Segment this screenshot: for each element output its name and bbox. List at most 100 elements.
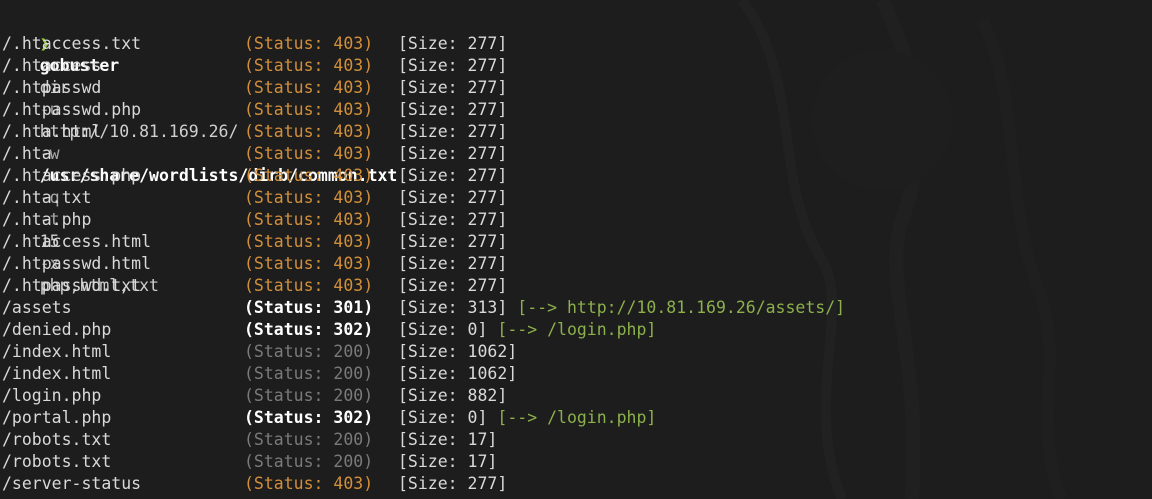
result-size: [Size: 277] <box>398 77 507 99</box>
result-size: [Size: 1062] <box>398 363 517 385</box>
result-status: (Status: 403) <box>244 254 374 273</box>
result-redirect: [--> http://10.81.169.26/assets/] <box>517 298 846 317</box>
result-row: /.htaccess.php (Status: 403) [Size: 277] <box>0 165 1152 187</box>
result-status: (Status: 403) <box>244 474 374 493</box>
result-row: /assets (Status: 301) [Size: 313] [--> http… <box>0 297 1152 319</box>
result-path: /denied.php <box>2 320 112 339</box>
result-size: [Size: 277] <box>398 121 507 143</box>
result-size-text: [Size: 277] <box>398 34 508 53</box>
result-path: /.htaccess.html <box>2 232 152 251</box>
result-status: (Status: 403) <box>244 188 374 207</box>
result-row: /.hta.txt (Status: 403) [Size: 277] <box>0 187 1152 209</box>
result-row: /.htaccess (Status: 403) [Size: 277] <box>0 55 1152 77</box>
result-status: (Status: 403) <box>244 232 374 251</box>
result-status: (Status: 200) <box>244 386 374 405</box>
result-size-text: [Size: 277] <box>398 254 508 273</box>
result-status: (Status: 403) <box>244 166 374 185</box>
terminal-output: ❯ gobuster dir -u http://10.81.169.26/ -… <box>0 0 1152 495</box>
result-size-text: [Size: 277] <box>398 122 508 141</box>
result-row: /.hta.php (Status: 403) [Size: 277] <box>0 209 1152 231</box>
result-status: (Status: 403) <box>244 34 374 53</box>
result-row: /login.php (Status: 200) [Size: 882] <box>0 385 1152 407</box>
result-path: /.htpasswd.php <box>2 100 142 119</box>
result-row: /portal.php (Status: 302) [Size: 0] [--> /l… <box>0 407 1152 429</box>
result-size-text: [Size: 17] <box>398 452 498 471</box>
result-status: (Status: 301) <box>244 298 374 317</box>
result-size: [Size: 277] <box>398 275 507 297</box>
result-status: (Status: 403) <box>244 122 374 141</box>
result-size-text: [Size: 277] <box>398 56 508 75</box>
command-line: ❯ gobuster dir -u http://10.81.169.26/ -… <box>0 11 1152 295</box>
result-path: /login.php <box>2 386 102 405</box>
result-path: /.htaccess <box>2 56 102 75</box>
result-size: [Size: 0] [--> /login.php] <box>398 319 656 341</box>
result-size-text: [Size: 313] <box>398 298 508 317</box>
result-status: (Status: 403) <box>244 56 374 75</box>
result-size-text: [Size: 1062] <box>398 364 518 383</box>
result-row: /.hta.html (Status: 403) [Size: 277] <box>0 121 1152 143</box>
result-size-text: [Size: 0] <box>398 408 488 427</box>
result-path: /robots.txt <box>2 452 112 471</box>
result-path: /index.html <box>2 342 112 361</box>
result-size-text: [Size: 277] <box>398 474 508 493</box>
result-size-text: [Size: 277] <box>398 100 508 119</box>
result-row: /robots.txt (Status: 200) [Size: 17] <box>0 451 1152 473</box>
result-status: (Status: 403) <box>244 276 374 295</box>
result-size: [Size: 1062] <box>398 341 517 363</box>
result-size-text: [Size: 277] <box>398 210 508 229</box>
result-size: [Size: 277] <box>398 165 507 187</box>
result-path: /.hta.php <box>2 210 92 229</box>
result-size: [Size: 277] <box>398 143 507 165</box>
result-path: /assets <box>2 298 72 317</box>
result-size-text: [Size: 17] <box>398 430 498 449</box>
result-row: /.htpasswd (Status: 403) [Size: 277] <box>0 77 1152 99</box>
result-size: [Size: 313] [--> http://10.81.169.26/asse… <box>398 297 845 319</box>
result-size: [Size: 17] <box>398 451 497 473</box>
result-size-text: [Size: 277] <box>398 188 508 207</box>
result-size: [Size: 17] <box>398 429 497 451</box>
result-size-text: [Size: 882] <box>398 386 508 405</box>
result-path: /.htpasswd <box>2 78 102 97</box>
result-path: /.htaccess.php <box>2 166 142 185</box>
result-status: (Status: 200) <box>244 342 374 361</box>
result-row: /.htpasswd.txt (Status: 403) [Size: 277] <box>0 275 1152 297</box>
result-path: /.htaccess.txt <box>2 34 142 53</box>
result-path: /index.html <box>2 364 112 383</box>
result-status: (Status: 403) <box>244 100 374 119</box>
result-size-text: [Size: 277] <box>398 276 508 295</box>
result-path: /.htpasswd.html <box>2 254 152 273</box>
result-row: /index.html (Status: 200) [Size: 1062] <box>0 363 1152 385</box>
result-size-text: [Size: 277] <box>398 166 508 185</box>
result-path: /.hta <box>2 144 52 163</box>
result-size: [Size: 277] <box>398 55 507 77</box>
result-size: [Size: 277] <box>398 253 507 275</box>
result-size-text: [Size: 277] <box>398 232 508 251</box>
result-row: /denied.php (Status: 302) [Size: 0] [--> /l… <box>0 319 1152 341</box>
result-size-text: [Size: 1062] <box>398 342 518 361</box>
result-size-text: [Size: 277] <box>398 144 508 163</box>
results-list: /.htaccess.txt (Status: 403) [Size: 277]/.… <box>0 33 1152 495</box>
result-row: /.htaccess.html (Status: 403) [Size: 277] <box>0 231 1152 253</box>
result-status: (Status: 403) <box>244 144 374 163</box>
result-status: (Status: 200) <box>244 452 374 471</box>
result-status: (Status: 200) <box>244 364 374 383</box>
result-size: [Size: 277] <box>398 231 507 253</box>
result-row: /.htpasswd.php (Status: 403) [Size: 277] <box>0 99 1152 121</box>
result-path: /portal.php <box>2 408 112 427</box>
result-size: [Size: 277] <box>398 209 507 231</box>
result-status: (Status: 403) <box>244 78 374 97</box>
result-row: /server-status (Status: 403) [Size: 277] <box>0 473 1152 495</box>
result-status: (Status: 403) <box>244 210 374 229</box>
result-redirect: [--> /login.php] <box>497 408 657 427</box>
result-row: /index.html (Status: 200) [Size: 1062] <box>0 341 1152 363</box>
result-row: /.htaccess.txt (Status: 403) [Size: 277] <box>0 33 1152 55</box>
result-path: /.hta.html <box>2 122 102 141</box>
result-size: [Size: 277] <box>398 187 507 209</box>
result-row: /robots.txt (Status: 200) [Size: 17] <box>0 429 1152 451</box>
result-path: /.htpasswd.txt <box>2 276 142 295</box>
result-row: /.htpasswd.html (Status: 403) [Size: 277] <box>0 253 1152 275</box>
result-redirect: [--> /login.php] <box>497 320 657 339</box>
result-path: /.hta.txt <box>2 188 92 207</box>
result-size: [Size: 882] <box>398 385 507 407</box>
result-status: (Status: 302) <box>244 320 374 339</box>
